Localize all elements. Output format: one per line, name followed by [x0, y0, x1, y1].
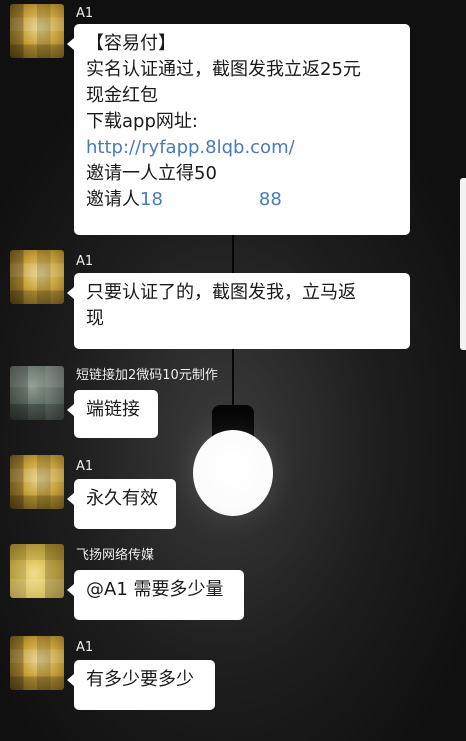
message-bubble[interactable]: 只要认证了的，截图发我，立马返 现	[67, 273, 410, 349]
message-text: 有多少要多少	[86, 669, 194, 690]
sender-name: 飞扬网络传媒	[76, 548, 155, 563]
sender-name: A1	[76, 6, 94, 21]
message-text: 邀请一人立得50	[86, 163, 217, 184]
message-text: 永久有效	[86, 488, 158, 509]
scrollbar[interactable]	[460, 178, 466, 350]
redaction-mask	[162, 188, 259, 208]
avatar[interactable]	[10, 455, 64, 509]
message-text: @A1 需要多少量	[86, 579, 224, 600]
sender-name: 短链接加2微码10元制作	[76, 368, 218, 383]
message-text: 【容易付】	[86, 33, 176, 54]
message-text: 现金红包	[86, 85, 158, 106]
lamp-bulb	[193, 430, 273, 516]
message-bubble[interactable]: 端链接	[67, 390, 158, 438]
inviter-label: 邀请人	[86, 189, 140, 210]
avatar[interactable]	[10, 636, 64, 690]
download-link[interactable]: http://ryfapp.8lqb.com/	[86, 135, 398, 161]
avatar[interactable]	[10, 4, 64, 58]
message-text: 现	[86, 308, 104, 329]
message-bubble[interactable]: 【容易付】 实名认证通过，截图发我立返25元 现金红包 下载app网址: htt…	[67, 24, 410, 235]
message-text: 实名认证通过，截图发我立返25元	[86, 59, 361, 80]
inviter-line: 邀请人18 88	[86, 187, 398, 213]
message-bubble[interactable]: 永久有效	[67, 479, 176, 529]
message-bubble[interactable]: @A1 需要多少量	[67, 570, 244, 620]
sender-name: A1	[76, 459, 94, 474]
avatar[interactable]	[10, 366, 64, 420]
sender-name: A1	[76, 640, 94, 655]
sender-name: A1	[76, 254, 94, 269]
inviter-phone-end[interactable]: 88	[259, 189, 282, 210]
message-text: 只要认证了的，截图发我，立马返	[86, 282, 356, 303]
avatar[interactable]	[10, 544, 64, 598]
message-bubble[interactable]: 有多少要多少	[67, 660, 215, 710]
inviter-phone-start[interactable]: 18	[140, 189, 163, 210]
message-text: 下载app网址:	[86, 111, 198, 132]
avatar[interactable]	[10, 250, 64, 304]
message-text: 端链接	[86, 399, 140, 420]
